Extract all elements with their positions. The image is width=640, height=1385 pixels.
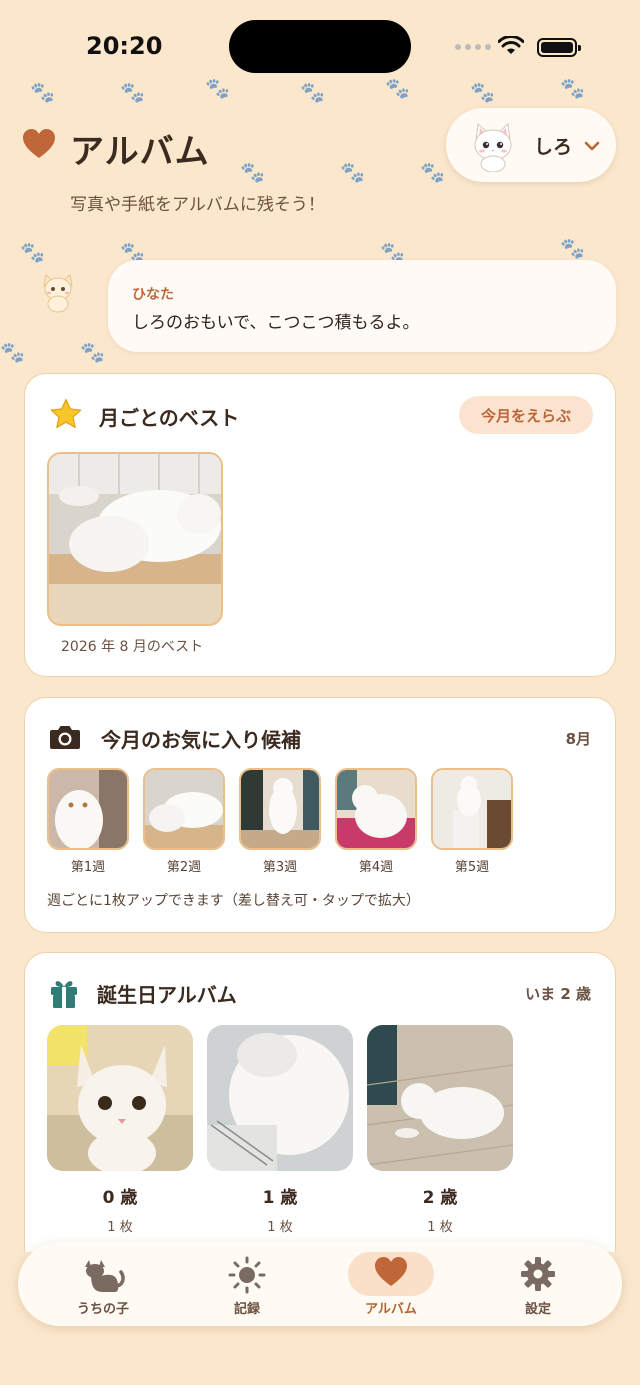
- birthday-photo[interactable]: [367, 1025, 513, 1171]
- week-item[interactable]: 第1週: [47, 768, 129, 875]
- week-label: 第5週: [454, 860, 490, 875]
- birthday-age: 2 歳: [422, 1188, 458, 1208]
- chevron-down-icon: [584, 136, 600, 155]
- tab-label: うちの子: [76, 1302, 129, 1317]
- tab-label: 記録: [233, 1302, 260, 1317]
- week-label: 第1週: [70, 860, 106, 875]
- week-label: 第3週: [262, 860, 298, 875]
- heart-icon: [22, 128, 56, 164]
- camera-icon: [49, 724, 81, 754]
- tab-label: 設定: [524, 1302, 551, 1317]
- birthday-list: 0 歳 1 枚 1 歳 1 枚 2 歳 1 枚: [47, 1025, 513, 1235]
- week-photo[interactable]: [431, 768, 513, 850]
- page-subtitle: 写真や手紙をアルバムに残そう！: [70, 195, 325, 215]
- tab-settings[interactable]: 設定: [483, 1242, 593, 1326]
- pet-name: しろ: [534, 135, 573, 158]
- birthday-photo[interactable]: [47, 1025, 193, 1171]
- birthday-photo-count: 1 枚: [107, 1220, 133, 1235]
- week-label: 第4週: [358, 860, 394, 875]
- battery-icon: [537, 38, 581, 57]
- sun-icon: [228, 1256, 266, 1298]
- tab-records[interactable]: 記録: [192, 1242, 302, 1326]
- birthday-item[interactable]: 0 歳 1 枚: [47, 1025, 193, 1235]
- wifi-icon: [497, 35, 525, 60]
- week-photo[interactable]: [143, 768, 225, 850]
- status-time: 20:20: [86, 32, 163, 60]
- dynamic-island: [229, 20, 411, 73]
- weekly-month: 8月: [565, 730, 591, 748]
- tab-label: アルバム: [365, 1302, 417, 1317]
- page-title: アルバム: [70, 132, 210, 172]
- star-icon: [49, 398, 83, 434]
- pet-selector[interactable]: しろ: [446, 108, 616, 182]
- speaker-name: ひなた: [132, 287, 174, 303]
- weekly-note: 週ごとに1枚アップできます（差し替え可・タップで拡大）: [47, 893, 420, 909]
- speech-text: しろのおもいで、こつこつ積もるよ。: [132, 313, 420, 333]
- birthday-item[interactable]: 1 歳 1 枚: [207, 1025, 353, 1235]
- monthly-best-card: 月ごとのベスト 今月をえらぶ 2026 年 8 月のベスト: [24, 373, 616, 677]
- mascot-cat-icon: [36, 270, 80, 318]
- weekly-favorites-card: 今月のお気に入り候補 8月 第1週 第2週 第3週 第4週 第5週 週ごとに1枚…: [24, 697, 616, 933]
- best-caption: 2026 年 8 月のベスト: [61, 639, 204, 655]
- week-photo[interactable]: [47, 768, 129, 850]
- birthday-age: 0 歳: [102, 1188, 138, 1208]
- birthday-age: 1 歳: [262, 1188, 298, 1208]
- week-photo[interactable]: [239, 768, 321, 850]
- pet-avatar: [466, 118, 520, 173]
- pick-this-month-button[interactable]: 今月をえらぶ: [459, 396, 593, 434]
- current-age: いま 2 歳: [525, 985, 591, 1003]
- weekly-favorites-title: 今月のお気に入り候補: [101, 728, 301, 752]
- week-list: 第1週 第2週 第3週 第4週 第5週: [47, 768, 513, 875]
- week-item[interactable]: 第4週: [335, 768, 417, 875]
- birthday-album-card: 誕生日アルバム いま 2 歳 0 歳 1 枚 1 歳 1 枚 2 歳 1 枚: [24, 952, 616, 1252]
- monthly-best-title: 月ごとのベスト: [99, 406, 240, 430]
- birthday-album-title: 誕生日アルバム: [97, 983, 237, 1007]
- tab-album[interactable]: アルバム: [348, 1242, 434, 1326]
- cat-icon: [81, 1256, 125, 1298]
- week-item[interactable]: 第3週: [239, 768, 321, 875]
- birthday-item[interactable]: 2 歳 1 枚: [367, 1025, 513, 1235]
- gift-icon: [49, 977, 79, 1013]
- birthday-photo-count: 1 枚: [427, 1220, 453, 1235]
- heart-icon: [374, 1256, 408, 1292]
- cellular-signal-icon: [455, 44, 491, 50]
- week-item[interactable]: 第2週: [143, 768, 225, 875]
- week-photo[interactable]: [335, 768, 417, 850]
- status-bar: 20:20: [0, 0, 640, 90]
- week-item[interactable]: 第5週: [431, 768, 513, 875]
- week-label: 第2週: [166, 860, 202, 875]
- best-photo[interactable]: [47, 452, 223, 626]
- tab-home[interactable]: うちの子: [48, 1242, 158, 1326]
- birthday-photo[interactable]: [207, 1025, 353, 1171]
- tab-bar: うちの子 記録 アルバム 設定: [18, 1242, 622, 1326]
- gear-icon: [520, 1256, 556, 1296]
- birthday-photo-count: 1 枚: [267, 1220, 293, 1235]
- speech-bubble: ひなた しろのおもいで、こつこつ積もるよ。: [108, 260, 616, 352]
